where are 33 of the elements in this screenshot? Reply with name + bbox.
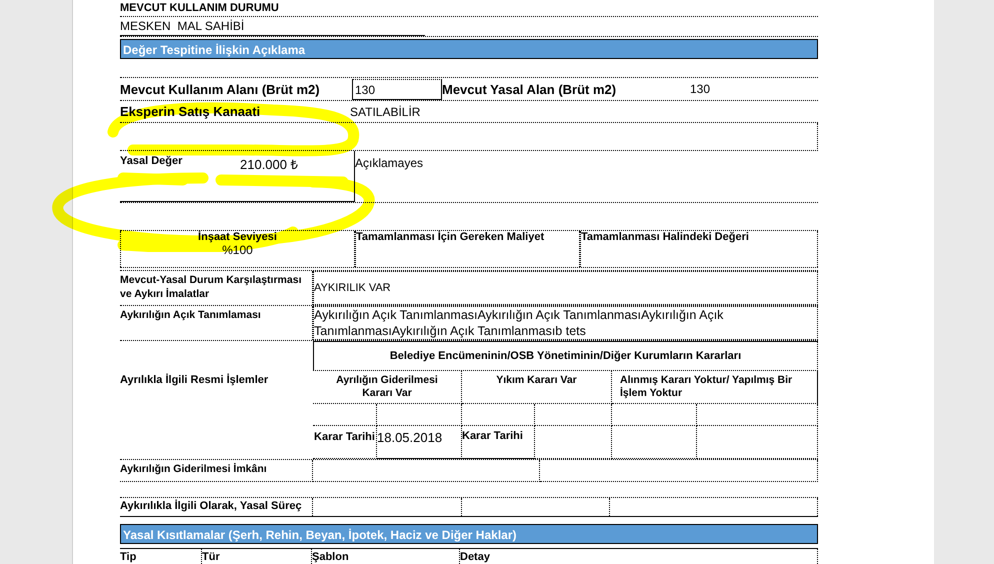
table-heading: Belediye Encümeninin/OSB Yönetiminin/Diğer Kurumların Kararları xyxy=(313,341,818,371)
column-header: Alınmış Kararı Yoktur/ Yapılmış Bir İşlem Yoktur xyxy=(612,371,818,404)
section-header: Yasal Kısıtlamalar (Şerh, Rehin, Beyan, İpotek, Haciz ve Diğer Haklar) xyxy=(120,524,818,544)
column-header: Yıkım Kararı Var xyxy=(462,371,612,404)
column-header: Ayrılığın Giderilmesi Kararı Var xyxy=(313,371,462,404)
field-label: Tamamlanması Halindeki Değeri xyxy=(581,231,749,243)
field-value: 130 xyxy=(352,78,442,100)
field-value: 210.000 ₺ xyxy=(240,156,298,173)
column-header: Şablon xyxy=(312,548,460,564)
field-label: Mevcut Yasal Alan (Brüt m2) xyxy=(442,82,618,96)
note-text: Açıklamayes xyxy=(355,156,424,170)
field-label: Mevcut Kullanım Alanı (Brüt m2) xyxy=(120,82,321,96)
field-value: MESKEN MAL SAHİBİ xyxy=(120,17,425,36)
field-value: SATILABİLİR xyxy=(350,104,422,118)
field-value: AYKIRILIK VAR xyxy=(314,282,391,294)
field-value: 18.05.2018 xyxy=(377,426,462,459)
field-label: Karar Tarihi xyxy=(313,426,377,459)
field-value: Aykırılığın Açık TanımlanmasıAykırılığın Açık TanımlanmasıAykırılığın Açık TanımlanmasıAykırılığın Açık Tanımlanmasıb tets xyxy=(314,308,724,338)
section-label: MEVCUT KULLANIM DURUMU xyxy=(120,0,818,17)
field-label: Aykırılığın Açık Tanımlaması xyxy=(120,309,261,321)
column-header: Tür xyxy=(202,548,312,564)
field-label: Ayrılıkla İlgili Resmi İşlemler xyxy=(120,374,268,386)
field-label: Aykırılığın Giderilmesi İmkânı xyxy=(120,463,267,475)
field-label: Tamamlanması İçin Gereken Maliyet xyxy=(356,231,544,243)
field-label: Yasal Değer xyxy=(120,155,184,167)
column-header: Detay xyxy=(460,548,818,564)
field-label: Karar Tarihi xyxy=(462,426,535,459)
table-cell xyxy=(313,404,377,426)
field-label: Mevcut-Yasal Durum Karşılaştırması ve Aykırı İmalatlar xyxy=(120,274,302,300)
section-header: Değer Tespitine İlişkin Açıklama xyxy=(120,39,818,59)
field-label: Aykırılıkla İlgili Olarak, Yasal Süreç xyxy=(120,500,302,512)
field-value: 130 xyxy=(690,82,712,96)
column-header: Tip xyxy=(120,548,202,564)
